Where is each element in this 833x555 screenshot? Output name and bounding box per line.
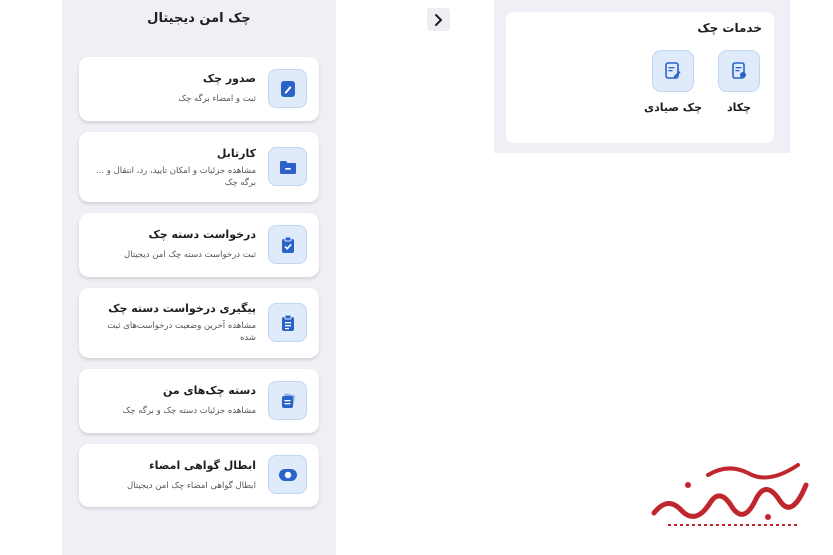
services-title: خدمات چک — [697, 21, 762, 35]
check-issue-icon — [268, 69, 307, 108]
sayadi-label: چک صیادی — [644, 101, 702, 114]
services-panel: خدمات چک چکاد چک صیادی — [494, 0, 790, 153]
back-button[interactable] — [427, 8, 450, 31]
folder-icon — [268, 147, 307, 186]
clipboard-check-icon — [268, 225, 307, 264]
sayadi-service[interactable]: چک صیادی — [643, 50, 703, 114]
checkbook-icon — [268, 381, 307, 420]
toggle-icon — [268, 455, 307, 494]
card-title: ابطال گواهی امضاء — [149, 459, 256, 472]
cartable-card[interactable]: کارتابل مشاهده جزئیات و امکان تایید، رد،… — [79, 132, 319, 202]
chakad-icon — [718, 50, 760, 92]
digital-check-panel: چک امن دیجیتال صدور چک ثبت و امضاء برگه … — [62, 0, 336, 555]
clipboard-list-icon — [268, 303, 307, 342]
issue-check-card[interactable]: صدور چک ثبت و امضاء برگه چک — [79, 57, 319, 121]
card-title: کارتابل — [216, 147, 256, 160]
panel-title: چک امن دیجیتال — [147, 11, 251, 26]
my-checkbooks-card[interactable]: دسته چک‌های من مشاهده جزئیات دسته چک و ب… — [79, 369, 319, 433]
sayadi-check-icon — [652, 50, 694, 92]
chakad-label: چکاد — [726, 101, 752, 114]
revoke-signature-card[interactable]: ابطال گواهی امضاء ابطال گواهی امضاء چک ا… — [79, 444, 319, 507]
track-request-card[interactable]: پیگیری درخواست دسته چک مشاهده آخرین وضعی… — [79, 288, 319, 358]
card-title: صدور چک — [202, 72, 256, 85]
card-desc: مشاهده جزئیات و امکان تایید، رد، انتقال … — [95, 166, 256, 188]
card-title: پیگیری درخواست دسته چک — [108, 302, 256, 315]
request-checkbook-card[interactable]: درخواست دسته چک ثبت درخواست دسته چک امن … — [79, 213, 319, 277]
card-desc: ابطال گواهی امضاء چک امن دیجیتال — [127, 481, 256, 491]
card-desc: مشاهده جزئیات دسته چک و برگه چک — [122, 406, 256, 416]
card-title: دسته چک‌های من — [162, 384, 256, 397]
chakad-service[interactable]: چکاد — [709, 50, 769, 114]
chevron-right-icon — [434, 13, 442, 26]
card-desc: مشاهده آخرین وضعیت درخواست‌های ثبت شده — [107, 321, 256, 343]
card-title: درخواست دسته چک — [148, 228, 256, 241]
card-desc: ثبت درخواست دسته چک امن دیجیتال — [124, 250, 256, 260]
services-card: خدمات چک چکاد چک صیادی — [506, 12, 774, 143]
card-desc: ثبت و امضاء برگه چک — [178, 94, 256, 104]
watermark-logo — [648, 455, 820, 535]
